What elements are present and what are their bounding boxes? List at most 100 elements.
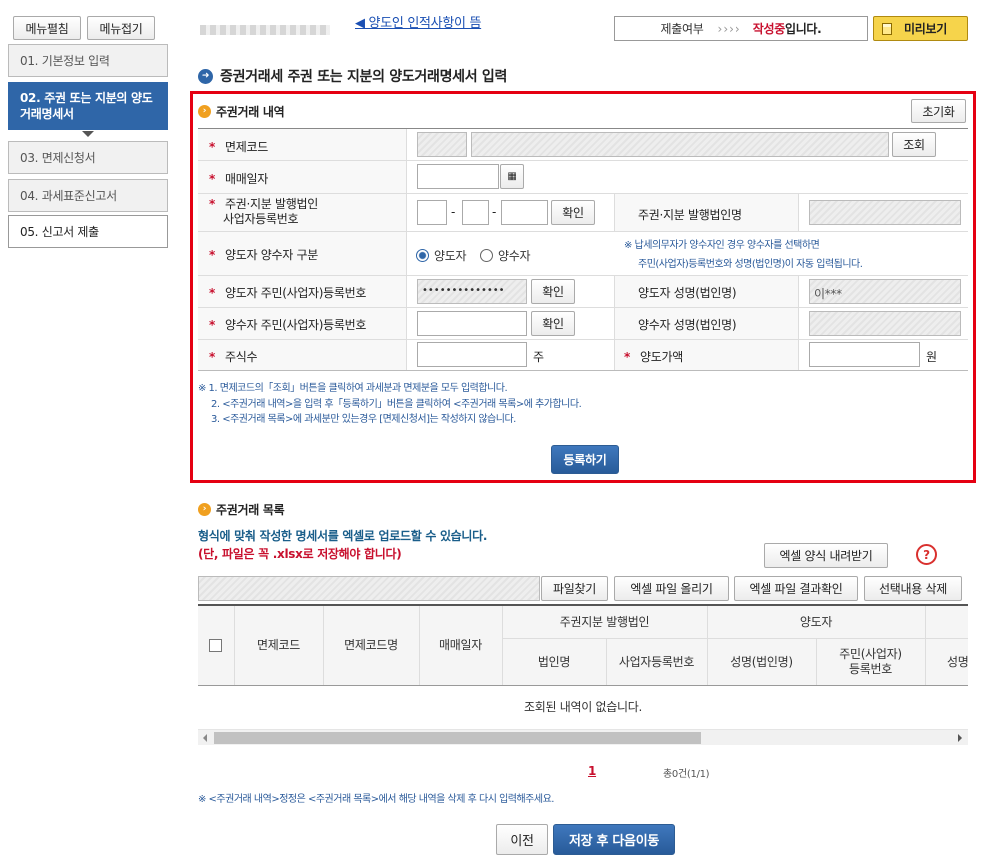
download-template-button[interactable]: 엑셀 양식 내려받기 bbox=[764, 543, 888, 568]
buyer-name-label: 양수자 성명(법인명) bbox=[638, 318, 737, 332]
exempt-code-input bbox=[417, 132, 467, 157]
trade-date-input[interactable] bbox=[417, 164, 499, 189]
reset-button[interactable]: 초기화 bbox=[911, 99, 966, 123]
sidebar-item-exemption[interactable]: 03. 면제신청서 bbox=[8, 141, 168, 174]
page-link-current[interactable]: 1 bbox=[588, 764, 596, 778]
bizno-part1-input[interactable] bbox=[417, 200, 447, 225]
sidebar-item-tax-base[interactable]: 04. 과세표준신고서 bbox=[8, 179, 168, 212]
seller-id-confirm-button[interactable]: 확인 bbox=[531, 279, 575, 304]
trade-detail-title-text: 주권거래 내역 bbox=[216, 105, 285, 119]
radio-buyer[interactable]: 양수자 bbox=[480, 247, 531, 264]
xlsx-warning-text: (단, 파일은 꼭 .xlsx로 저장해야 합니다) bbox=[198, 547, 402, 561]
radio-seller[interactable]: 양도자 bbox=[416, 247, 467, 264]
upload-info-text: 형식에 맞춰 작성한 명세서를 엑셀로 업로드할 수 있습니다. bbox=[198, 529, 488, 543]
shares-input[interactable] bbox=[417, 342, 527, 367]
preview-button-label: 미리보기 bbox=[904, 22, 947, 36]
price-label: * 양도가액 bbox=[624, 350, 683, 364]
seller-name-label: 양도자 성명(법인명) bbox=[638, 286, 737, 300]
preview-button[interactable]: 미리보기 bbox=[873, 16, 968, 41]
total-count: 총0건(1/1) bbox=[663, 769, 710, 780]
menu-expand-button[interactable]: 메뉴펼침 bbox=[13, 16, 81, 40]
col-exempt-code: 면제코드 bbox=[257, 638, 300, 652]
submission-status-label: 제출여부 bbox=[660, 22, 704, 36]
issuer-name-label: 주권·지분 발행법인명 bbox=[638, 208, 742, 222]
bizno-part3-input[interactable] bbox=[501, 200, 548, 225]
sidebar-item-transfer-statement[interactable]: 02. 주권 또는 지분의 양도거래명세서 bbox=[8, 82, 168, 130]
radio-buyer-icon bbox=[480, 249, 493, 262]
party-note-line1: ※ 납세의무자가 양수자인 경우 양수자를 선택하면 bbox=[624, 240, 820, 251]
trade-date-label: * 매매일자 bbox=[209, 172, 268, 186]
trade-detail-title: › 주권거래 내역 bbox=[198, 103, 285, 120]
exempt-code-label: * 면제코드 bbox=[209, 140, 268, 154]
calendar-icon[interactable]: ▦ bbox=[500, 164, 524, 189]
scrollbar-thumb[interactable] bbox=[214, 732, 701, 744]
radio-buyer-label: 양수자 bbox=[498, 249, 531, 263]
menu-collapse-button[interactable]: 메뉴접기 bbox=[87, 16, 155, 40]
shares-label: * 주식수 bbox=[209, 350, 258, 364]
detail-note-1: ※ 1. 면제코드의「조회」버튼을 클릭하여 과세분과 면제분을 모두 입력합니… bbox=[198, 383, 508, 394]
exempt-code-name-input bbox=[471, 132, 889, 157]
col-biz-no: 사업자등록번호 bbox=[618, 654, 695, 669]
buyer-id-confirm-button[interactable]: 확인 bbox=[531, 311, 575, 336]
seller-name-input: 이*** bbox=[809, 279, 961, 304]
page-title: ➜ 증권거래세 주권 또는 지분의 양도거래명세서 입력 bbox=[198, 66, 507, 86]
page-title-text: 증권거래세 주권 또는 지분의 양도거래명세서 입력 bbox=[220, 69, 508, 85]
prev-button[interactable]: 이전 bbox=[496, 824, 548, 855]
seller-id-input: •••••••••••••• bbox=[417, 279, 527, 304]
col-issuer-group: 주권지분 발행법인 bbox=[559, 614, 650, 629]
col-trade-date: 매매일자 bbox=[439, 638, 482, 652]
sidebar-item-submit[interactable]: 05. 신고서 제출 bbox=[8, 215, 168, 248]
scroll-right-icon[interactable] bbox=[958, 734, 962, 742]
sidebar-item-basic-info[interactable]: 01. 기본정보 입력 bbox=[8, 44, 168, 77]
buyer-id-label: * 양수자 주민(사업자)등록번호 bbox=[209, 318, 367, 332]
footer-note: ※ <주권거래 내역>정정은 <주권거래 목록>에서 해당 내역을 삭제 후 다… bbox=[198, 794, 554, 805]
detail-note-3: 3. <주권거래 목록>에 과세분만 있는경우 [면제신청서]는 작성하지 않습… bbox=[211, 414, 516, 425]
buyer-name-input bbox=[809, 311, 961, 336]
help-icon[interactable]: ? bbox=[916, 544, 937, 565]
party-type-label: * 양도자 양수자 구분 bbox=[209, 248, 318, 262]
seller-id-label: * 양도자 주민(사업자)등록번호 bbox=[209, 286, 367, 300]
scroll-left-icon[interactable] bbox=[203, 734, 207, 742]
bizno-confirm-button[interactable]: 확인 bbox=[551, 200, 595, 225]
save-next-button[interactable]: 저장 후 다음이동 bbox=[553, 824, 675, 855]
exempt-code-search-button[interactable]: 조회 bbox=[892, 132, 936, 157]
check-excel-result-button[interactable]: 엑셀 파일 결과확인 bbox=[734, 576, 858, 601]
radio-seller-label: 양도자 bbox=[434, 249, 467, 263]
title-bullet-icon: ➜ bbox=[198, 68, 213, 84]
detail-note-2: 2. <주권거래 내역>을 입력 후「등록하기」버튼을 클릭하여 <주권거래 목… bbox=[211, 399, 582, 410]
price-input[interactable] bbox=[809, 342, 920, 367]
register-button[interactable]: 등록하기 bbox=[551, 445, 619, 474]
bizno-part2-input[interactable] bbox=[462, 200, 489, 225]
col-seller-name: 성명(법인명) bbox=[730, 654, 793, 669]
price-unit: 원 bbox=[926, 350, 937, 364]
status-suffix: 입니다. bbox=[784, 22, 822, 36]
party-note-line2: 주민(사업자)등록번호와 성명(법인명)이 자동 입력됩니다. bbox=[638, 259, 863, 270]
col-seller-id: 주민(사업자) 등록번호 bbox=[839, 647, 902, 676]
select-all-checkbox[interactable] bbox=[209, 639, 222, 652]
issuer-bizno-label: * 주권·지분 발행법인 사업자등록번호 bbox=[209, 197, 318, 226]
status-in-progress: 작성중 bbox=[752, 22, 786, 36]
document-icon bbox=[882, 22, 892, 35]
empty-message: 조회된 내역이 없습니다. bbox=[524, 699, 642, 714]
issuer-name-input bbox=[809, 200, 961, 225]
col-exempt-code-name: 면제코드명 bbox=[344, 638, 398, 652]
bizno-dash-1: - bbox=[451, 205, 456, 219]
buyer-id-input[interactable] bbox=[417, 311, 527, 336]
taxpayer-name-blurred bbox=[200, 25, 330, 35]
delete-selected-button[interactable]: 선택내용 삭제 bbox=[864, 576, 962, 601]
table-horizontal-scrollbar[interactable] bbox=[198, 729, 968, 745]
col-seller-group: 양도자 bbox=[799, 614, 833, 629]
bizno-dash-2: - bbox=[492, 205, 497, 219]
col-corp-name: 법인명 bbox=[537, 654, 571, 669]
upload-excel-button[interactable]: 엑셀 파일 올리기 bbox=[614, 576, 729, 601]
taxpayer-info-link[interactable]: ◀ 양도인 인적사항이 뜸 bbox=[355, 12, 481, 31]
trade-list-title: › 주권거래 목록 bbox=[198, 501, 285, 518]
trade-list-table: 면제코드 면제코드명 매매일자 주권지분 발행법인 양도자 법인명 사업자등록번… bbox=[198, 604, 968, 730]
col-next-name: 성명 bbox=[947, 654, 968, 669]
section-bullet-icon: › bbox=[198, 105, 211, 118]
radio-seller-checked-icon bbox=[416, 249, 429, 262]
status-arrows-icon: ›››› bbox=[717, 21, 741, 36]
find-file-button[interactable]: 파일찾기 bbox=[541, 576, 608, 601]
sidebar-active-arrow-icon bbox=[82, 131, 94, 137]
submission-status: 제출여부 ›››› 작성중 입니다. bbox=[614, 16, 868, 41]
